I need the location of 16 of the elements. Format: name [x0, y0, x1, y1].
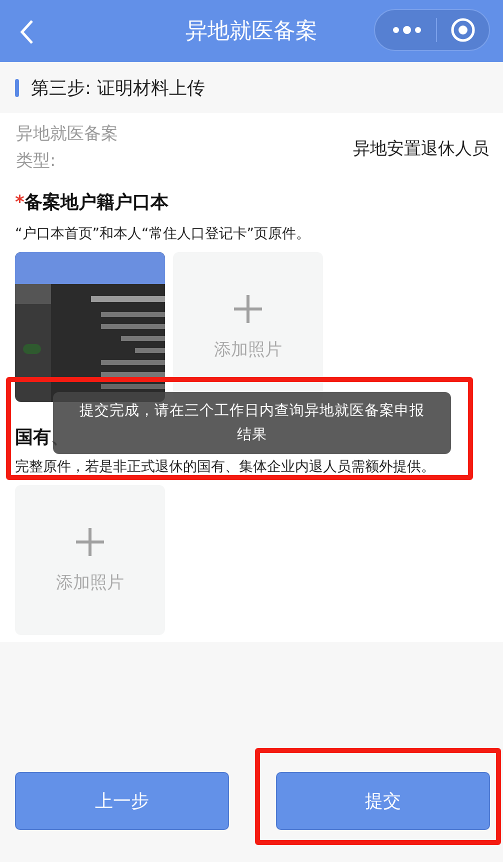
back-icon[interactable]	[18, 19, 36, 45]
accent-bar	[15, 78, 19, 96]
add-photo-button[interactable]: 添加照片	[15, 485, 165, 635]
plus-icon	[233, 294, 263, 324]
submit-button[interactable]: 提交	[276, 772, 490, 830]
section-description: “户口本首页”和本人“常住人口登记卡”页原件。	[15, 225, 310, 244]
previous-step-button[interactable]: 上一步	[15, 772, 229, 830]
section-description: 完整原件，若是非正式退休的国有、集体企业内退人员需额外提供。	[15, 458, 435, 477]
close-target-icon[interactable]	[450, 17, 476, 43]
field-value: 异地安置退休人员	[353, 138, 489, 160]
page-title: 异地就医备案	[186, 18, 318, 46]
plus-icon	[75, 526, 105, 556]
more-icon[interactable]	[392, 25, 422, 35]
step-title: 第三步: 证明材料上传	[31, 76, 205, 100]
field-label: 异地就医备案类型:	[16, 123, 119, 173]
section-title: *备案地户籍户口本	[15, 191, 168, 215]
